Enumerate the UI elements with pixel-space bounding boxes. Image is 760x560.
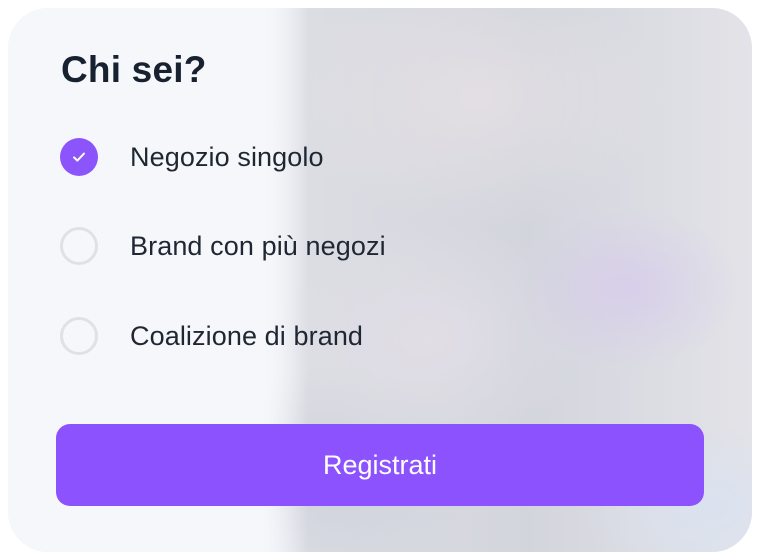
- check-icon: [73, 152, 85, 162]
- radio-unchecked[interactable]: [60, 317, 98, 355]
- option-negozio-singolo[interactable]: Negozio singolo: [60, 135, 324, 179]
- option-brand-con-piu-negozi[interactable]: Brand con più negozi: [60, 224, 386, 268]
- registration-card: Chi sei? Negozio singolo Brand con più n…: [8, 8, 752, 552]
- form-title: Chi sei?: [61, 49, 207, 90]
- radio-checked[interactable]: [60, 138, 98, 176]
- option-label: Coalizione di brand: [130, 320, 364, 351]
- register-button[interactable]: Registrati: [56, 424, 704, 506]
- radio-unchecked[interactable]: [60, 227, 98, 265]
- option-label: Negozio singolo: [130, 141, 324, 172]
- option-label: Brand con più negozi: [130, 230, 386, 261]
- option-coalizione-di-brand[interactable]: Coalizione di brand: [60, 314, 363, 358]
